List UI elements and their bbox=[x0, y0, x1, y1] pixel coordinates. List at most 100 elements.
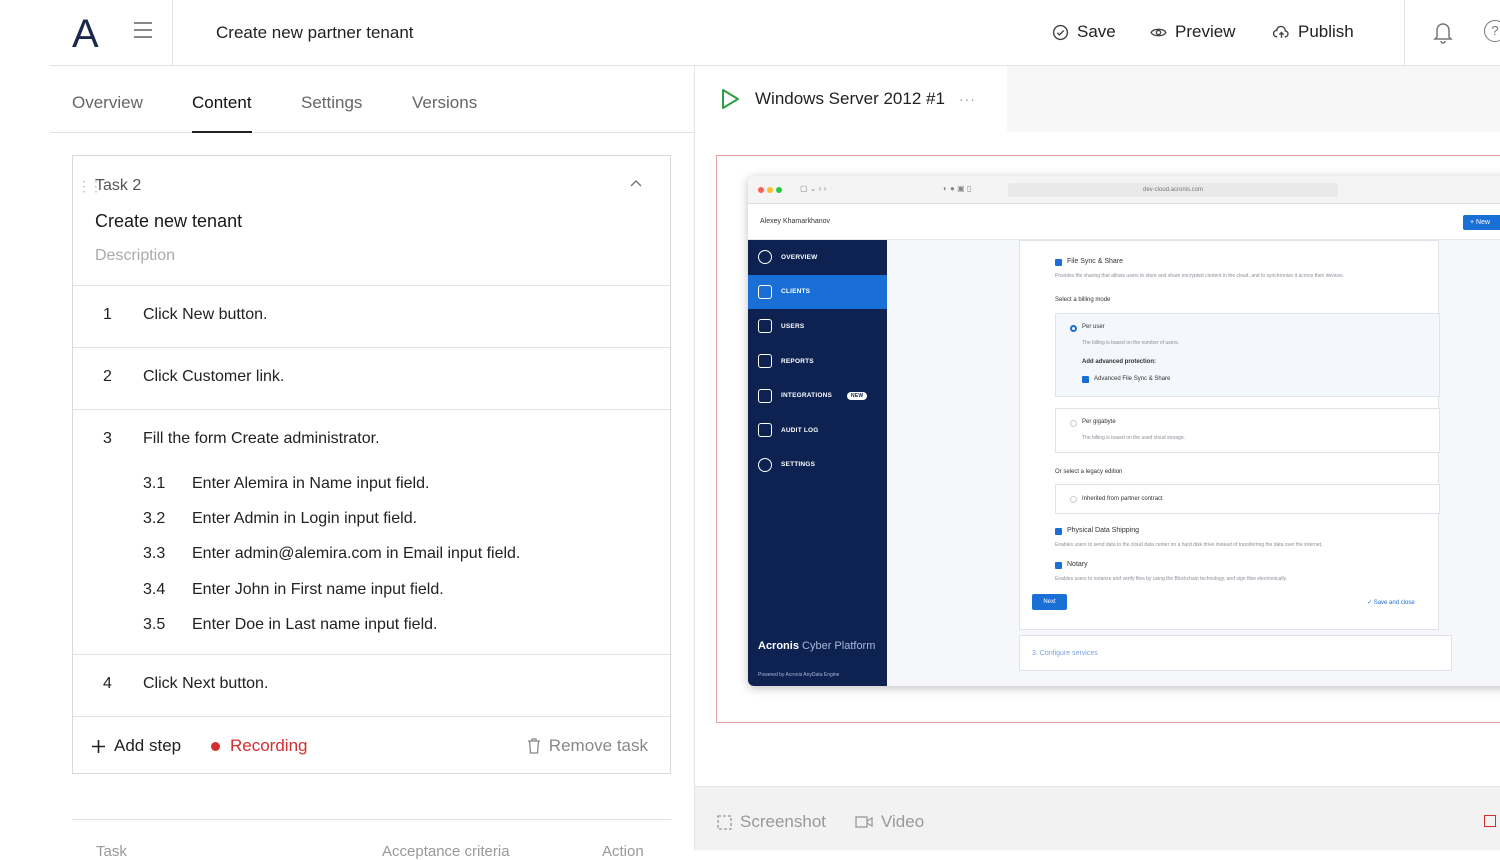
embedded-nav-settings: SETTINGS bbox=[748, 448, 887, 483]
account-name: Alexey Khamarkhanov bbox=[760, 218, 831, 225]
task-actions: Add step Recording Remove task bbox=[73, 717, 670, 773]
step-row[interactable]: 1 Click New button. bbox=[73, 286, 670, 348]
divider bbox=[1404, 0, 1405, 66]
help-icon[interactable]: ? bbox=[1484, 20, 1500, 42]
substep-row[interactable]: 3.1 Enter Alemira in Name input field. bbox=[143, 475, 429, 493]
screenshot-icon bbox=[717, 814, 732, 830]
step-text: Fill the form Create administrator. bbox=[143, 430, 380, 447]
new-button: + New bbox=[1463, 215, 1500, 230]
substep-row[interactable]: 3.2 Enter Admin in Login input field. bbox=[143, 510, 417, 528]
configure-services-step: 3. Configure services bbox=[1019, 635, 1452, 671]
substep-number: 3.2 bbox=[143, 510, 166, 527]
embedded-sidebar: OVERVIEW CLIENTS USERS REPORTS INTEGRATI… bbox=[748, 240, 887, 686]
divider bbox=[72, 819, 671, 820]
radio-icon bbox=[1070, 496, 1077, 503]
embedded-nav-reports: REPORTS bbox=[748, 344, 887, 379]
org-chart-icon bbox=[758, 284, 772, 299]
task-label: Task 2 bbox=[95, 177, 142, 194]
play-icon[interactable] bbox=[719, 88, 741, 110]
add-step-label: Add step bbox=[114, 736, 182, 755]
divider bbox=[172, 0, 173, 66]
preview-button[interactable]: Preview bbox=[1150, 22, 1235, 42]
browser-url: dev-cloud.acronis.com bbox=[1008, 183, 1338, 197]
task-name[interactable]: Create new tenant bbox=[95, 211, 242, 232]
substep-row[interactable]: 3.5 Enter Doe in Last name input field. bbox=[143, 616, 437, 634]
record-dot-icon bbox=[211, 741, 220, 751]
embedded-nav-audit-log: AUDIT LOG bbox=[748, 413, 887, 448]
pds-label: Physical Data Shipping bbox=[1067, 527, 1139, 534]
substep-row[interactable]: 3.4 Enter John in First name input field. bbox=[143, 581, 444, 599]
tab-overview[interactable]: Overview bbox=[72, 93, 143, 113]
plus-icon bbox=[92, 739, 105, 753]
notary-desc: Enables users to notarize and verify fil… bbox=[1055, 576, 1288, 582]
more-icon[interactable]: ··· bbox=[959, 91, 976, 107]
eye-icon bbox=[1150, 28, 1167, 36]
checkbox-icon bbox=[1055, 528, 1062, 535]
video-camera-icon bbox=[855, 816, 873, 828]
radio-selected-icon bbox=[1070, 325, 1077, 332]
save-label: Save bbox=[1077, 22, 1116, 41]
embedded-nav-users: USERS bbox=[748, 309, 887, 344]
embedded-form-panel: File Sync & Share Provides file sharing … bbox=[1019, 240, 1440, 630]
chevron-up-icon[interactable] bbox=[630, 178, 642, 190]
task-description-field[interactable]: Description bbox=[95, 247, 175, 265]
substep-text: Enter admin@alemira.com in Email input f… bbox=[192, 545, 521, 562]
substep-text: Enter John in First name input field. bbox=[192, 581, 444, 598]
step-number: 2 bbox=[103, 368, 112, 385]
environment-tab[interactable]: Windows Server 2012 #1 ··· bbox=[695, 66, 1007, 132]
embedded-browser-screenshot: ▢ ⌄ ‹ › ◐ ● ▣ ▯ dev-cloud.acronis.com Al… bbox=[748, 176, 1500, 686]
legacy-label: Or select a legacy edition bbox=[1055, 469, 1123, 475]
step-text: Click Next button. bbox=[143, 675, 269, 692]
recording-label: Recording bbox=[230, 736, 308, 755]
video-label: Video bbox=[881, 812, 925, 831]
remove-task-button[interactable]: Remove task bbox=[527, 736, 648, 756]
column-header-acceptance: Acceptance criteria bbox=[382, 843, 510, 860]
step-text: Click Customer link. bbox=[143, 368, 285, 385]
tab-settings[interactable]: Settings bbox=[301, 93, 362, 113]
clipboard-icon bbox=[758, 423, 772, 438]
checkbox-icon bbox=[1082, 376, 1089, 383]
screenshot-button[interactable]: Screenshot bbox=[717, 812, 826, 832]
step-text: Click New button. bbox=[143, 306, 268, 323]
account-bar: Alexey Khamarkhanov + New bbox=[748, 204, 1500, 240]
per-gigabyte-option: Per gigabyte The billing is based on the… bbox=[1055, 408, 1440, 453]
radio-icon bbox=[1070, 420, 1077, 427]
bell-icon[interactable] bbox=[1432, 20, 1454, 44]
file-sync-desc: Provides file sharing that allows users … bbox=[1055, 273, 1345, 279]
step-row[interactable]: 2 Click Customer link. bbox=[73, 348, 670, 410]
report-icon bbox=[758, 354, 772, 369]
tab-content[interactable]: Content bbox=[192, 93, 252, 133]
screenshot-canvas: ▢ ⌄ ‹ › ◐ ● ▣ ▯ dev-cloud.acronis.com Al… bbox=[695, 132, 1500, 786]
environment-name: Windows Server 2012 #1 bbox=[755, 89, 945, 108]
powered-by: Powered by Acronis AnyData Engine bbox=[758, 672, 840, 678]
step-row[interactable]: 4 Click Next button. bbox=[73, 655, 670, 717]
app-logo[interactable]: A bbox=[72, 12, 99, 57]
grid-icon bbox=[758, 388, 772, 403]
top-bar: A Create new partner tenant Save Preview… bbox=[50, 0, 1500, 66]
tab-versions[interactable]: Versions bbox=[412, 93, 477, 113]
embedded-content: File Sync & Share Provides file sharing … bbox=[887, 240, 1500, 686]
add-step-button[interactable]: Add step bbox=[91, 736, 181, 756]
video-button[interactable]: Video bbox=[855, 812, 924, 832]
embedded-nav-overview: OVERVIEW bbox=[748, 240, 887, 275]
stop-icon[interactable] bbox=[1484, 815, 1496, 827]
remove-task-label: Remove task bbox=[548, 736, 648, 755]
check-circle-icon bbox=[1052, 24, 1069, 40]
file-sync-label: File Sync & Share bbox=[1067, 258, 1124, 265]
menu-icon[interactable] bbox=[134, 22, 152, 38]
recording-button[interactable]: Recording bbox=[211, 736, 308, 756]
task-header: ⋮⋮ Task 2 Create new tenant Description bbox=[73, 156, 670, 286]
task-card: ⋮⋮ Task 2 Create new tenant Description … bbox=[72, 155, 671, 774]
column-header-task: Task bbox=[96, 843, 127, 860]
step-number: 3 bbox=[103, 430, 112, 447]
save-button[interactable]: Save bbox=[1052, 22, 1116, 42]
publish-label: Publish bbox=[1298, 22, 1354, 41]
tab-bar: Overview Content Settings Versions bbox=[50, 66, 694, 133]
publish-button[interactable]: Publish bbox=[1273, 22, 1354, 42]
substep-row[interactable]: 3.3 Enter admin@alemira.com in Email inpu… bbox=[143, 545, 520, 563]
substep-number: 3.3 bbox=[143, 545, 166, 562]
step-row[interactable]: 3 Fill the form Create administrator. 3.… bbox=[73, 410, 670, 655]
inherited-option: Inherited from partner contract bbox=[1055, 484, 1440, 514]
substep-text: Enter Doe in Last name input field. bbox=[192, 616, 438, 633]
acronis-brand: Acronis Cyber Platform bbox=[758, 640, 876, 652]
